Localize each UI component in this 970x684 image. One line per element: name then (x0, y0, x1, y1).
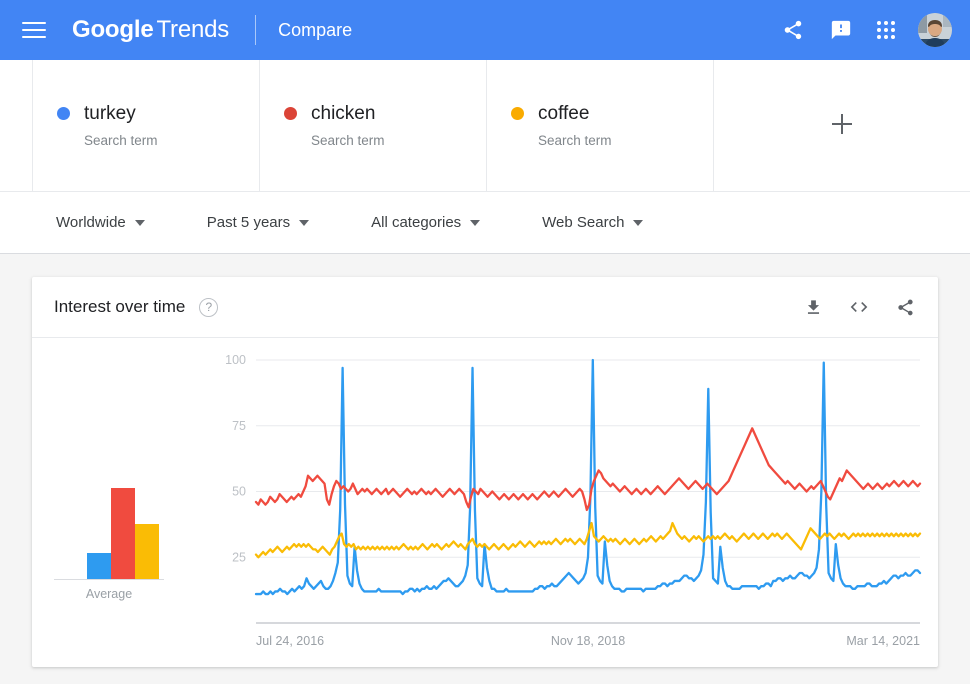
hamburger-menu-icon[interactable] (22, 17, 48, 43)
terms-left-spacer (0, 60, 32, 191)
header-actions (780, 13, 952, 47)
add-search-term-button[interactable] (713, 60, 970, 191)
term-color-dot (511, 107, 524, 120)
apps-dot (876, 35, 881, 40)
card-title: Interest over time (54, 297, 186, 316)
search-term-card-2[interactable]: chicken Search term (259, 60, 486, 191)
avatar[interactable] (918, 13, 952, 47)
average-bars (87, 469, 159, 579)
share-icon[interactable] (894, 296, 916, 318)
average-bar-chart: Average (32, 338, 210, 667)
y-axis-tick-label: 25 (232, 550, 246, 564)
term-type: Search term (311, 133, 385, 148)
filter-time-range[interactable]: Past 5 years (206, 214, 310, 231)
x-axis-tick-label: Jul 24, 2016 (256, 634, 324, 648)
search-term-card-3[interactable]: coffee Search term (486, 60, 713, 191)
term-name: chicken (311, 103, 376, 124)
apps-dot (883, 27, 888, 32)
main-content: Interest over time ? Average 100 75 50 2… (0, 254, 970, 684)
y-axis-tick-label: 75 (232, 419, 246, 433)
header-divider (255, 15, 257, 45)
term-name: turkey (84, 103, 136, 124)
term-color-dot (57, 107, 70, 120)
card-header: Interest over time ? (32, 277, 938, 338)
feedback-icon[interactable] (828, 17, 854, 43)
term-header: coffee (511, 104, 713, 123)
y-axis-tick-label: 100 (225, 353, 246, 367)
term-type: Search term (538, 133, 612, 148)
brand-trends: Trends (156, 16, 230, 43)
x-axis-tick-label: Nov 18, 2018 (551, 634, 625, 648)
average-axis-line (54, 579, 164, 580)
plus-icon (832, 113, 852, 134)
filters-bar: Worldwide Past 5 years All categories We… (0, 192, 970, 254)
chevron-down-icon (633, 219, 644, 226)
hamburger-bar (22, 29, 46, 31)
apps-dot (876, 27, 881, 32)
app-header: Google Trends Compare (0, 0, 970, 60)
average-caption: Average (85, 587, 133, 601)
filter-search-type[interactable]: Web Search (542, 214, 644, 231)
average-bar-coffee (135, 523, 159, 579)
average-bar-chicken (111, 488, 135, 579)
filter-category-label: All categories (371, 214, 462, 231)
search-terms-bar: turkey Search term chicken Search term c… (0, 60, 970, 192)
filter-location[interactable]: Worldwide (56, 214, 145, 231)
embed-code-icon[interactable] (848, 296, 870, 318)
term-type: Search term (84, 133, 158, 148)
series-line-turkey (254, 358, 922, 596)
filter-search-type-label: Web Search (542, 214, 625, 231)
timeseries-svg: 100 75 50 25 Jul 24, 2016 Nov 18, 2018 Mar 14,… (225, 353, 922, 648)
apps-dot (883, 20, 888, 25)
apps-grid-icon[interactable] (876, 20, 896, 40)
hamburger-bar (22, 22, 46, 24)
apps-dot (876, 20, 881, 25)
interest-over-time-chart[interactable]: 100 75 50 25 Jul 24, 2016 Nov 18, 2018 Mar 14,… (210, 338, 938, 667)
y-axis-tick-label: 50 (232, 485, 246, 499)
filter-time-range-label: Past 5 years (206, 214, 291, 231)
chevron-down-icon (134, 219, 145, 226)
filter-location-label: Worldwide (56, 214, 126, 231)
chevron-down-icon (470, 219, 481, 226)
term-name: coffee (538, 103, 590, 124)
card-actions (802, 296, 916, 318)
apps-dot (891, 35, 896, 40)
hamburger-bar (22, 36, 46, 38)
share-icon[interactable] (780, 17, 806, 43)
x-axis-tick-label: Mar 14, 2021 (846, 634, 920, 648)
apps-dot (891, 20, 896, 25)
apps-dot (891, 27, 896, 32)
brand-google: Google (72, 16, 154, 43)
interest-over-time-card: Interest over time ? Average 100 75 50 2… (32, 277, 938, 667)
page-title: Compare (278, 19, 353, 40)
download-icon[interactable] (802, 296, 824, 318)
term-color-dot (284, 107, 297, 120)
average-bar-turkey (87, 553, 111, 579)
term-header: chicken (284, 104, 486, 123)
search-term-card-1[interactable]: turkey Search term (32, 60, 259, 191)
google-trends-logo[interactable]: Google Trends (72, 16, 229, 44)
term-header: turkey (57, 104, 259, 123)
filter-category[interactable]: All categories (371, 214, 481, 231)
card-body: Average 100 75 50 25 Jul 24, 2016 Nov 18, 201… (32, 338, 938, 667)
chevron-down-icon (299, 219, 310, 226)
help-circle-icon[interactable]: ? (199, 297, 219, 317)
apps-dot (883, 35, 888, 40)
